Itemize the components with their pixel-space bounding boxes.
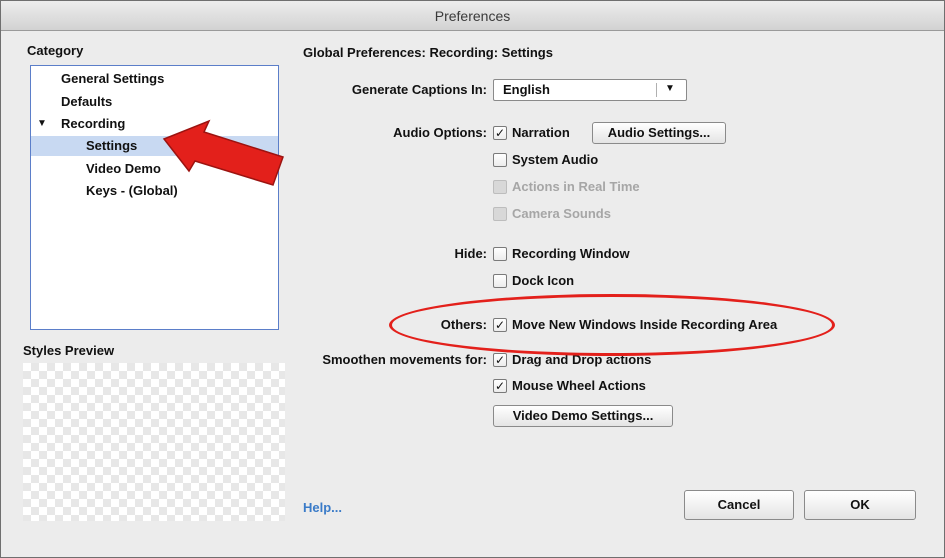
styles-preview-label: Styles Preview <box>23 343 115 358</box>
page-title: Global Preferences: Recording: Settings <box>303 45 553 60</box>
drag-drop-checkbox[interactable]: ✓ <box>493 353 507 367</box>
hide-label: Hide: <box>454 246 488 261</box>
dock-icon-checkbox[interactable] <box>493 274 507 288</box>
cancel-button[interactable]: Cancel <box>684 490 794 520</box>
chevron-down-icon: ▼ <box>665 83 675 94</box>
red-arrow-icon <box>162 119 284 186</box>
narration-label: Narration <box>512 125 570 140</box>
ok-button[interactable]: OK <box>804 490 916 520</box>
mouse-wheel-checkbox[interactable]: ✓ <box>493 379 507 393</box>
caption-language-value: English <box>503 82 550 97</box>
category-label: Category <box>27 43 84 58</box>
caption-language-select[interactable]: English ▼ <box>493 79 687 101</box>
help-link[interactable]: Help... <box>303 500 342 515</box>
generate-captions-label: Generate Captions In: <box>351 82 487 97</box>
recording-window-checkbox[interactable] <box>493 247 507 261</box>
camera-sounds-label: Camera Sounds <box>512 206 611 221</box>
actions-real-time-checkbox[interactable] <box>493 180 507 194</box>
expand-triangle-icon[interactable]: ▼ <box>37 118 47 129</box>
tree-item-general-settings[interactable]: General Settings <box>61 69 164 89</box>
system-audio-label: System Audio <box>512 152 599 167</box>
styles-preview-area <box>23 363 285 521</box>
window-title: Preferences <box>1 1 944 31</box>
select-divider <box>656 83 657 97</box>
tree-item-video-demo[interactable]: Video Demo <box>86 159 161 179</box>
highlight-ellipse <box>389 294 835 356</box>
narration-checkbox[interactable]: ✓ <box>493 126 507 140</box>
dock-icon-label: Dock Icon <box>512 273 575 288</box>
mouse-wheel-label: Mouse Wheel Actions <box>512 378 646 393</box>
camera-sounds-checkbox[interactable] <box>493 207 507 221</box>
smoothen-label: Smoothen movements for: <box>322 352 487 367</box>
recording-window-label: Recording Window <box>512 246 630 261</box>
tree-item-settings-label: Settings <box>86 138 138 153</box>
system-audio-checkbox[interactable] <box>493 153 507 167</box>
category-tree: General Settings Defaults ▼ Recording Se… <box>30 65 279 330</box>
actions-real-time-label: Actions in Real Time <box>512 179 640 194</box>
video-demo-settings-button[interactable]: Video Demo Settings... <box>493 405 673 427</box>
tree-item-recording[interactable]: Recording <box>61 114 125 134</box>
audio-options-label: Audio Options: <box>393 125 487 140</box>
audio-settings-button[interactable]: Audio Settings... <box>592 122 726 144</box>
preferences-window: Preferences Category General Settings De… <box>0 0 945 558</box>
tree-item-defaults[interactable]: Defaults <box>61 92 112 112</box>
